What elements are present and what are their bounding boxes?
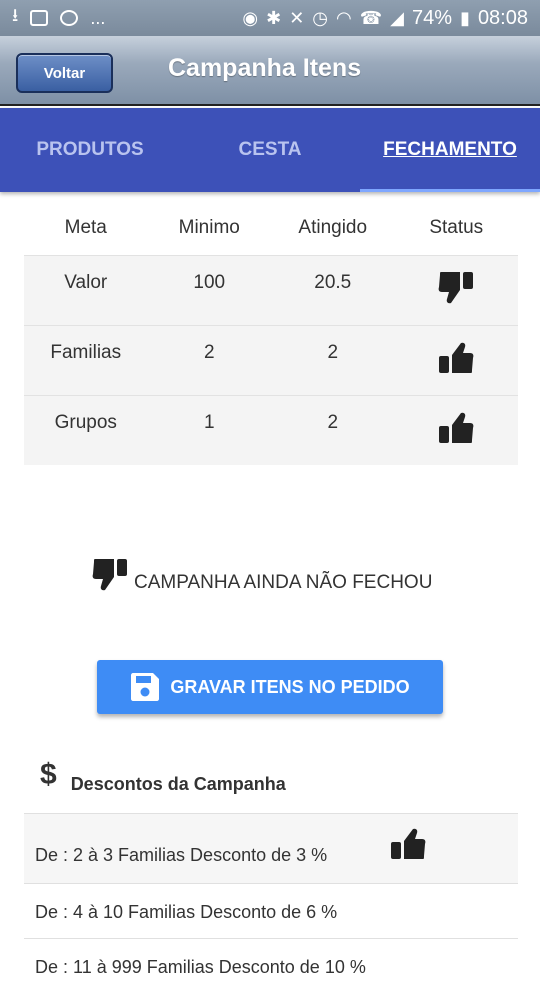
campaign-status-message: CAMPANHA AINDA NÃO FECHOU: [92, 556, 432, 594]
table-header: Meta Minimo Atingido Status: [24, 200, 518, 255]
header-status: Status: [429, 216, 484, 238]
thumbs-up-icon: [390, 828, 426, 865]
tab-cesta[interactable]: CESTA: [180, 108, 360, 192]
cell-minimo: 100: [193, 272, 226, 293]
alarm-icon: ◷: [312, 7, 329, 28]
cell-minimo: 1: [203, 412, 215, 433]
app-bar: Voltar Campanha Itens: [0, 36, 540, 106]
table-row: Grupos 1 2: [24, 395, 518, 465]
campaign-status-text: CAMPANHA AINDA NÃO FECHOU: [134, 572, 433, 593]
list-item: De : 11 à 999 Familias Desconto de 10 %: [24, 938, 518, 993]
battery-icon: ▮: [460, 7, 470, 28]
signal-icon: ◢: [390, 7, 404, 28]
cell-minimo: 2: [203, 342, 215, 363]
tab-fechamento[interactable]: FECHAMENTO: [360, 108, 540, 192]
header-atingido: Atingido: [298, 216, 368, 238]
list-item: De : 4 à 10 Familias Desconto de 6 %: [24, 883, 518, 938]
cell-atingido: 2: [327, 342, 339, 363]
save-icon: [131, 673, 160, 701]
cell-status: [395, 412, 519, 444]
thumbs-down-icon: [92, 559, 127, 591]
discount-text: De : 2 à 3 Familias Desconto de 3 %: [35, 845, 328, 865]
gallery-icon: [30, 10, 49, 26]
header-meta: Meta: [64, 216, 107, 238]
wifi-icon: ◠: [336, 7, 352, 28]
more-notifications: ...: [90, 7, 106, 28]
cell-meta: Grupos: [54, 412, 117, 433]
tab-produtos[interactable]: PRODUTOS: [0, 108, 180, 192]
cell-meta: Valor: [64, 272, 108, 293]
clock: 08:08: [477, 6, 528, 29]
cell-status: [395, 342, 519, 374]
thumbs-up-icon: [439, 412, 474, 443]
page-title: Campanha Itens: [168, 54, 362, 82]
goals-table: Meta Minimo Atingido Status Valor 100 20…: [24, 200, 518, 465]
battery-percent: 74%: [412, 6, 453, 29]
save-items-label: GRAVAR ITENS NO PEDIDO: [170, 676, 410, 697]
location-icon: ◉: [242, 7, 259, 28]
list-item: De : 2 à 3 Familias Desconto de 3 %: [24, 813, 518, 883]
discount-text: De : 4 à 10 Familias Desconto de 6 %: [35, 902, 338, 922]
bluetooth-icon: ✱: [266, 7, 282, 28]
cell-meta: Familias: [50, 342, 122, 363]
thumbs-up-icon: [439, 342, 474, 373]
instagram-icon: [60, 10, 79, 26]
back-button[interactable]: Voltar: [16, 53, 113, 93]
cell-status: [395, 272, 519, 304]
discounts-title: Descontos da Campanha: [70, 774, 286, 794]
discounts-header: $ Descontos da Campanha: [40, 758, 286, 795]
cell-atingido: 20.5: [314, 272, 352, 293]
status-bar: ⭳ ... ◉ ✱ ✕ ◷ ◠ ☎ ◢ 74% ▮ 08:08: [0, 0, 540, 36]
table-row: Valor 100 20.5: [24, 255, 518, 325]
table-row: Familias 2 2: [24, 325, 518, 395]
cell-atingido: 2: [327, 412, 339, 433]
discounts-list: De : 2 à 3 Familias Desconto de 3 % De :…: [24, 813, 518, 993]
discount-text: De : 11 à 999 Familias Desconto de 10 %: [35, 957, 366, 977]
call-icon: ☎: [359, 7, 383, 28]
thumbs-down-icon: [438, 272, 474, 304]
dollar-icon: $: [40, 758, 57, 791]
save-items-button[interactable]: GRAVAR ITENS NO PEDIDO: [97, 660, 443, 714]
mute-icon: ✕: [289, 7, 305, 28]
header-minimo: Minimo: [178, 216, 240, 238]
download-icon: ⭳: [12, 5, 19, 25]
tab-bar: PRODUTOS CESTA FECHAMENTO: [0, 108, 540, 192]
